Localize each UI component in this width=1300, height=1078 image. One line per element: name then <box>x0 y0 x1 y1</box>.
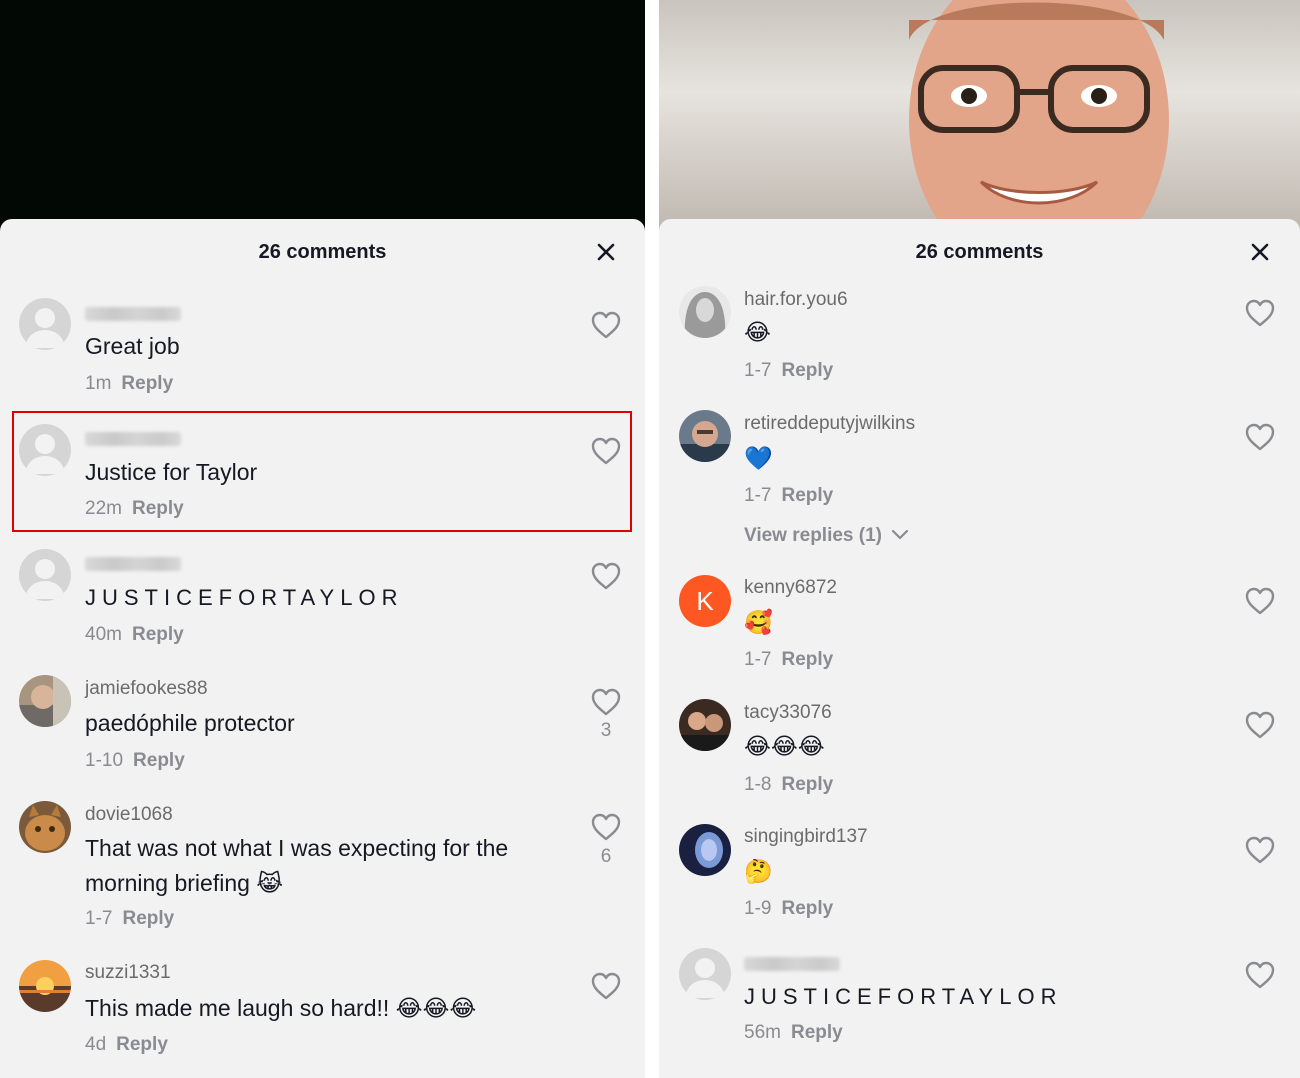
comment-username[interactable]: jamiefookes88 <box>85 678 208 700</box>
close-icon[interactable] <box>1246 238 1274 266</box>
comment-time: 1-7 <box>744 360 772 381</box>
reply-button[interactable]: Reply <box>133 750 185 771</box>
comment-meta: 1-8 Reply <box>744 774 833 796</box>
close-icon[interactable] <box>592 238 620 266</box>
blurred-username <box>744 957 840 971</box>
heart-icon[interactable] <box>590 812 622 842</box>
reply-button[interactable]: Reply <box>781 360 833 381</box>
video-background[interactable] <box>0 0 645 230</box>
comment-username[interactable]: kenny6872 <box>744 577 837 599</box>
user-avatar[interactable] <box>19 801 71 853</box>
heart-icon[interactable] <box>1244 586 1276 616</box>
highlight-box <box>12 411 632 532</box>
comment-meta: 1-7 Reply <box>744 485 833 507</box>
heart-icon[interactable] <box>1244 710 1276 740</box>
heart-icon[interactable] <box>1244 835 1276 865</box>
comment-meta: 1-7 Reply <box>85 908 174 930</box>
comment-meta: 1-10 Reply <box>85 750 185 772</box>
comment-username[interactable]: suzzi1331 <box>85 962 171 984</box>
user-avatar[interactable] <box>19 675 71 727</box>
chevron-down-icon <box>892 529 909 540</box>
comment-text: This made me laugh so hard!! 😂😂😂 <box>85 995 477 1021</box>
reply-button[interactable]: Reply <box>122 908 174 929</box>
heart-icon[interactable] <box>590 310 622 340</box>
comment-time: 1m <box>85 373 112 394</box>
comment-text: 💙 <box>744 446 773 472</box>
comment-time: 40m <box>85 624 122 645</box>
default-avatar-icon[interactable] <box>679 948 731 1000</box>
heart-icon[interactable] <box>1244 422 1276 452</box>
video-frame-face <box>909 0 1169 230</box>
comment-text: 🤔 <box>744 859 773 885</box>
user-avatar[interactable] <box>679 410 731 462</box>
reply-button[interactable]: Reply <box>121 373 173 394</box>
comment-time: 1-7 <box>744 485 772 506</box>
blurred-username <box>85 557 181 571</box>
comment-meta: 1m Reply <box>85 373 173 395</box>
user-avatar[interactable] <box>679 699 731 751</box>
comments-count-header: 26 comments <box>915 241 1044 263</box>
comment-username[interactable]: hair.for.you6 <box>744 289 848 311</box>
comments-count-header: 26 comments <box>258 241 387 263</box>
comment-meta: 1-7 Reply <box>744 360 833 382</box>
reply-button[interactable]: Reply <box>781 649 833 670</box>
user-avatar[interactable] <box>679 286 731 338</box>
like-count: 3 <box>600 720 612 741</box>
heart-icon[interactable] <box>590 561 622 591</box>
default-avatar-icon[interactable] <box>19 549 71 601</box>
comment-time: 1-7 <box>85 908 113 929</box>
reply-button[interactable]: Reply <box>781 774 833 795</box>
reply-button[interactable]: Reply <box>791 1022 843 1043</box>
view-replies-label: View replies (1) <box>744 525 882 546</box>
comment-text: 😂😂😂 <box>744 734 825 760</box>
comment-text: Great job <box>85 333 180 359</box>
reply-button[interactable]: Reply <box>132 624 184 645</box>
comment-text: 🥰 <box>744 610 773 636</box>
comment-meta: 1-7 Reply <box>744 649 833 671</box>
default-avatar-icon[interactable] <box>19 298 71 350</box>
comment-username[interactable]: retireddeputyjwilkins <box>744 413 915 435</box>
comment-time: 56m <box>744 1022 781 1043</box>
comment-time: 1-9 <box>744 898 772 919</box>
view-replies-button[interactable]: View replies (1) <box>744 525 909 547</box>
comment-meta: 4d Reply <box>85 1034 168 1056</box>
right-panel: 26 comments hair.for.you6 😂 1-7 Reply ret… <box>659 0 1300 1078</box>
comment-text: JUSTICEFORTAYLOR <box>744 984 1063 1009</box>
reply-button[interactable]: Reply <box>781 485 833 506</box>
heart-icon[interactable] <box>590 687 622 717</box>
user-avatar[interactable] <box>679 824 731 876</box>
comment-time: 1-10 <box>85 750 124 771</box>
user-avatar[interactable] <box>19 960 71 1012</box>
like-count: 6 <box>600 846 612 867</box>
left-panel: 26 comments Great job 1m Reply Justice fo… <box>0 0 645 1078</box>
heart-icon[interactable] <box>1244 960 1276 990</box>
video-background[interactable] <box>659 0 1300 230</box>
comment-meta: 40m Reply <box>85 624 184 646</box>
heart-icon[interactable] <box>1244 298 1276 328</box>
letter-avatar[interactable]: K <box>679 575 731 627</box>
comment-text: JUSTICEFORTAYLOR <box>85 585 404 610</box>
reply-button[interactable]: Reply <box>781 898 833 919</box>
comment-time: 1-7 <box>744 649 772 670</box>
heart-icon[interactable] <box>590 971 622 1001</box>
comment-text: That was not what I was expecting for th… <box>85 835 509 896</box>
comment-text: 😂 <box>744 320 771 346</box>
comment-time: 1-8 <box>744 774 772 795</box>
comment-username[interactable]: singingbird137 <box>744 826 868 848</box>
reply-button[interactable]: Reply <box>116 1034 168 1055</box>
comment-text: paedóphile protector <box>85 710 295 736</box>
comment-username[interactable]: tacy33076 <box>744 702 832 724</box>
comment-time: 4d <box>85 1034 107 1055</box>
blurred-username <box>85 307 181 321</box>
comment-username[interactable]: dovie1068 <box>85 804 173 826</box>
comment-meta: 56m Reply <box>744 1022 843 1044</box>
comment-meta: 1-9 Reply <box>744 898 833 920</box>
